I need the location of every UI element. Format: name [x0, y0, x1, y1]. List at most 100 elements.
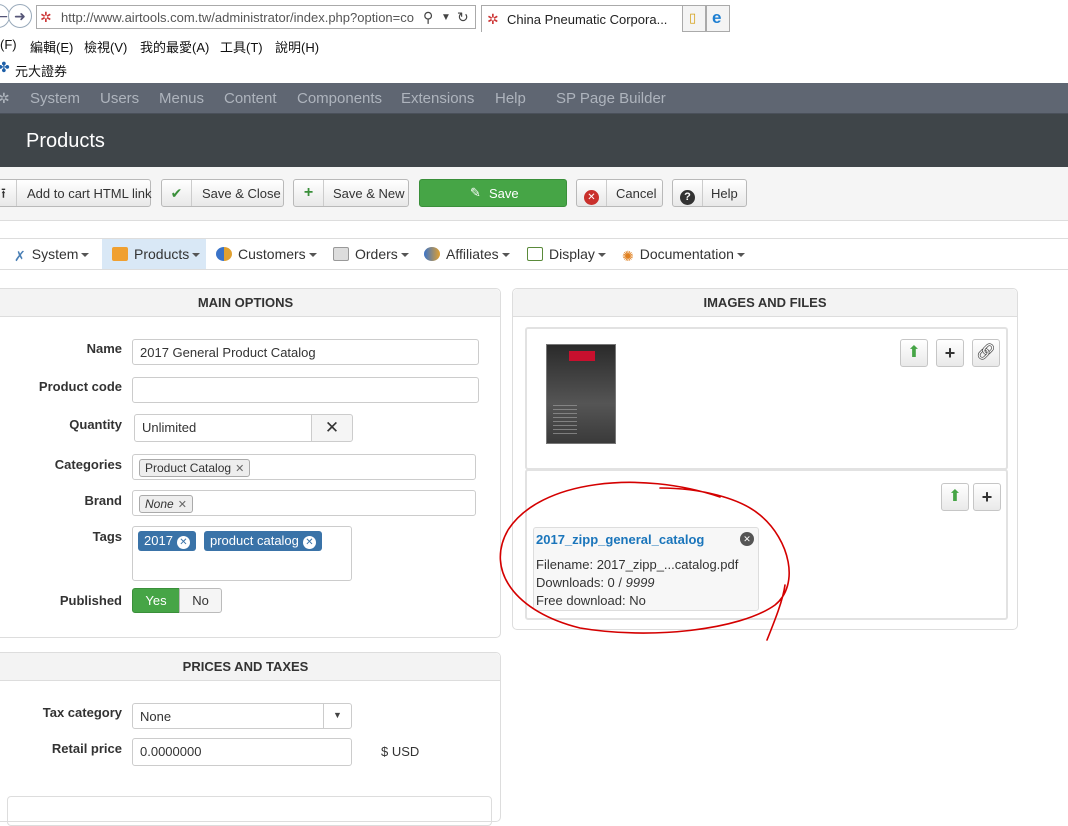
comp-menu-system[interactable]: ✗ System — [14, 239, 90, 269]
upload-arrow-icon: ⬆ — [948, 488, 962, 505]
affiliates-icon — [424, 247, 440, 261]
search-icon[interactable]: ⚲ — [423, 9, 433, 26]
main-options-heading: MAIN OPTIONS — [0, 289, 500, 317]
nav-sp-page-builder[interactable]: SP Page Builder — [556, 90, 666, 107]
ie-icon: e — [712, 8, 722, 27]
published-yes-button[interactable]: Yes — [132, 588, 180, 613]
nav-system[interactable]: System — [30, 90, 80, 107]
clear-quantity-icon[interactable]: ✕ — [311, 414, 353, 442]
brand-chip[interactable]: None ✕ — [139, 495, 193, 513]
cancel-button[interactable]: ✕ Cancel — [576, 179, 663, 207]
dropdown-icon[interactable]: ▼ — [441, 12, 451, 23]
new-tab-button[interactable]: ▯ — [682, 5, 706, 32]
images-box: ⬆ + 🔗︎ — [525, 327, 1008, 470]
favorite-link[interactable]: 元大證券 — [15, 61, 67, 80]
file-title-link[interactable]: 2017_zipp_general_catalog — [536, 532, 704, 547]
favorites-bar: ✤ 元大證券 — [0, 57, 1068, 81]
address-bar[interactable]: ✲ http://www.airtools.com.tw/administrat… — [36, 5, 476, 29]
plus-icon: + — [294, 180, 324, 206]
forward-button[interactable]: ➜ — [8, 4, 32, 28]
upload-file-button[interactable]: ⬆ — [941, 483, 969, 511]
tax-category-select[interactable]: None ▼ — [132, 703, 352, 729]
comp-menu-documentation[interactable]: ✺ Documentation — [622, 239, 745, 269]
add-image-button[interactable]: + — [936, 339, 964, 367]
display-icon — [527, 247, 543, 261]
comp-menu-products[interactable]: Products — [102, 239, 206, 269]
save-new-button[interactable]: + Save & New — [293, 179, 409, 207]
nav-extensions[interactable]: Extensions — [401, 90, 474, 107]
help-button[interactable]: ? Help — [672, 179, 747, 207]
new-tab-icon: ▯ — [689, 10, 697, 25]
product-code-input[interactable] — [132, 377, 479, 403]
tag-chip[interactable]: 2017 ✕ — [138, 531, 196, 551]
file-downloads-max: 9999 — [625, 575, 655, 590]
tag-label: 2017 — [144, 533, 173, 548]
link-icon: 🔗︎ — [975, 344, 997, 361]
remove-category-icon[interactable]: ✕ — [235, 463, 244, 475]
catalog-thumbnail[interactable] — [546, 344, 616, 444]
published-no-button[interactable]: No — [179, 588, 222, 613]
products-box-icon — [112, 247, 128, 261]
customers-icon — [216, 247, 232, 261]
orders-icon — [333, 247, 349, 261]
remove-file-icon[interactable]: ✕ — [740, 532, 754, 546]
ie-button[interactable]: e — [706, 5, 730, 32]
menu-favorites[interactable]: 我的最愛(A) — [140, 37, 209, 56]
menu-help[interactable]: 說明(H) — [275, 37, 319, 56]
tab-title: China Pneumatic Corpora... — [507, 12, 668, 27]
categories-label: Categories — [54, 457, 122, 472]
joomla-favicon-icon: ✲ — [40, 9, 52, 25]
main-options-panel: MAIN OPTIONS Name 2017 General Product C… — [0, 288, 501, 638]
refresh-icon[interactable]: ↻ — [457, 9, 469, 26]
page-title: Products — [26, 130, 105, 152]
lifebuoy-icon: ✺ — [622, 248, 634, 264]
browser-chrome: ⟵ ➜ ✲ http://www.airtools.com.tw/adminis… — [0, 0, 1068, 34]
menu-file[interactable]: (F) — [0, 37, 17, 52]
cancel-icon: ✕ — [577, 180, 607, 206]
remove-tag-icon[interactable]: ✕ — [302, 536, 316, 549]
nav-components[interactable]: Components — [297, 90, 382, 107]
brand-field[interactable]: None ✕ — [132, 490, 476, 516]
browser-tab[interactable]: ✲ China Pneumatic Corpora... ✕ — [481, 5, 707, 32]
comp-menu-affiliates-label: Affiliates — [446, 246, 499, 262]
favorite-site-icon: ✤ — [0, 59, 10, 75]
add-file-button[interactable]: + — [973, 483, 1001, 511]
prices-taxes-panel: PRICES AND TAXES Tax category None ▼ Ret… — [0, 652, 501, 826]
nav-content[interactable]: Content — [224, 90, 277, 107]
link-image-button[interactable]: 🔗︎ — [972, 339, 1000, 367]
tags-field[interactable]: 2017 ✕ product catalog ✕ — [132, 526, 352, 581]
quantity-input[interactable]: Unlimited — [134, 414, 312, 442]
menu-view[interactable]: 檢視(V) — [84, 37, 127, 56]
add-cart-link-button[interactable]: ⭱ Add to cart HTML link — [0, 179, 152, 207]
comp-menu-customers[interactable]: Customers — [216, 239, 317, 269]
comp-menu-customers-label: Customers — [238, 246, 306, 262]
save-close-button[interactable]: ✔ Save & Close — [161, 179, 284, 207]
component-menu: ✗ System Products Customers Orders Affili… — [0, 238, 1068, 270]
joomla-logo-icon[interactable]: ✲ — [0, 90, 10, 107]
category-chip[interactable]: Product Catalog ✕ — [139, 459, 251, 477]
title-bar: Products — [0, 114, 1068, 167]
save-new-label: Save & New — [333, 186, 405, 201]
save-button[interactable]: ✎ Save — [419, 179, 567, 207]
remove-tag-icon[interactable]: ✕ — [176, 536, 190, 549]
remove-brand-icon[interactable]: ✕ — [178, 499, 187, 511]
chevron-down-icon[interactable]: ▼ — [323, 704, 351, 728]
comp-menu-display[interactable]: Display — [527, 239, 606, 269]
browser-menubar: (F) 編輯(E) 檢視(V) 我的最愛(A) 工具(T) 說明(H) — [0, 34, 1068, 56]
menu-tools[interactable]: 工具(T) — [220, 37, 263, 56]
name-input[interactable]: 2017 General Product Catalog — [132, 339, 479, 365]
nav-users[interactable]: Users — [100, 90, 139, 107]
retail-price-input[interactable]: 0.0000000 — [132, 738, 352, 766]
help-icon: ? — [673, 180, 703, 206]
file-card[interactable]: 2017_zipp_general_catalog ✕ Filename: 20… — [533, 527, 759, 611]
categories-field[interactable]: Product Catalog ✕ — [132, 454, 476, 480]
nav-menus[interactable]: Menus — [159, 90, 204, 107]
upload-image-button[interactable]: ⬆ — [900, 339, 928, 367]
comp-menu-affiliates[interactable]: Affiliates — [424, 239, 510, 269]
comp-menu-orders[interactable]: Orders — [333, 239, 409, 269]
admin-top-nav: ✲ System Users Menus Content Components … — [0, 83, 1068, 114]
menu-edit[interactable]: 編輯(E) — [30, 37, 73, 56]
tag-chip[interactable]: product catalog ✕ — [204, 531, 322, 551]
images-files-heading: IMAGES AND FILES — [513, 289, 1017, 317]
nav-help[interactable]: Help — [495, 90, 526, 107]
